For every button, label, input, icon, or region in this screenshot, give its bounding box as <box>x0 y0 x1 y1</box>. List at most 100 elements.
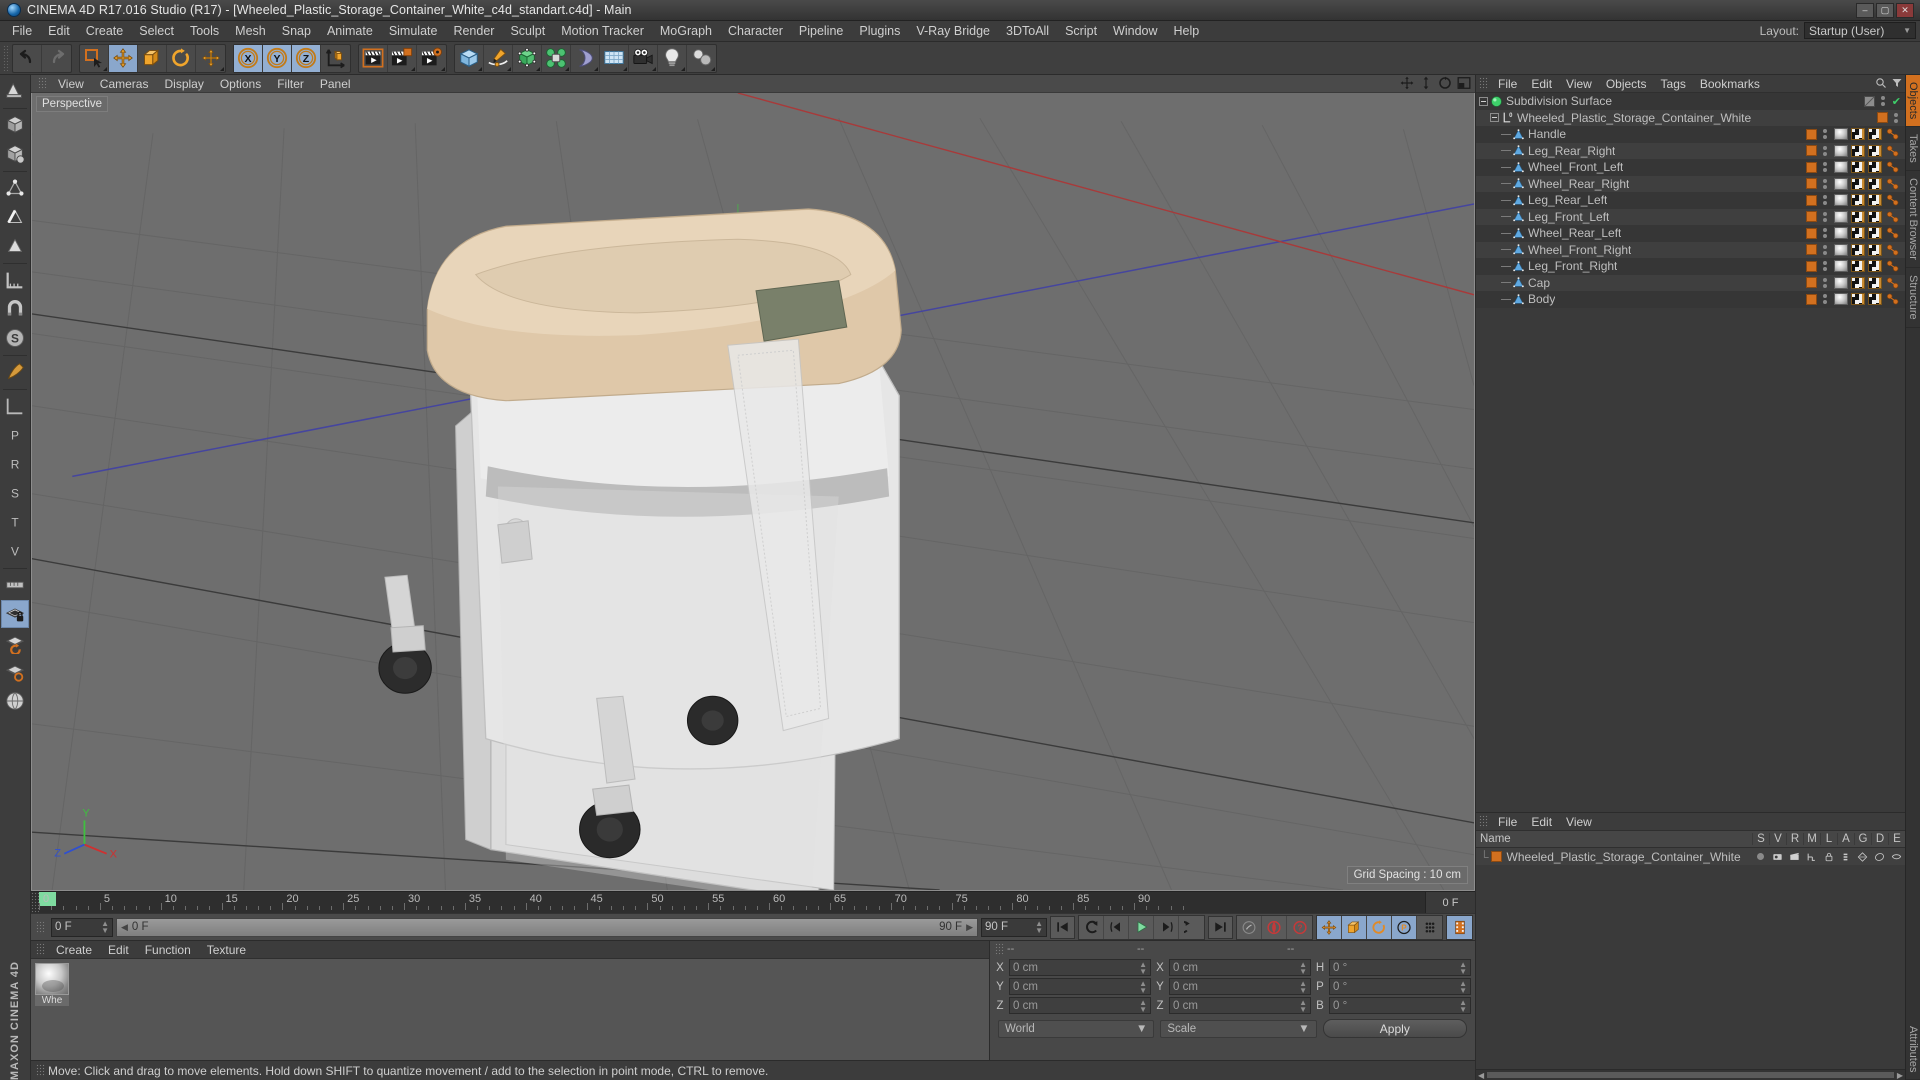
texture-tag-icon[interactable] <box>1851 260 1865 273</box>
subdivision-enabled-check-icon[interactable]: ✔ <box>1892 95 1901 108</box>
rotate-tool-button[interactable] <box>167 44 196 72</box>
parameter-keys-toggle[interactable]: P <box>1392 915 1417 939</box>
layer-manager-cell[interactable] <box>1803 852 1820 862</box>
magnet-tool-icon[interactable] <box>1 295 29 323</box>
coord-field-pos-z[interactable]: 0 cm ▲ ▼ <box>1009 997 1151 1014</box>
layer-menu-view[interactable]: View <box>1559 814 1599 830</box>
texture-tag-icon[interactable] <box>1851 128 1865 141</box>
coord-field-size-z[interactable]: 0 cm ▲ ▼ <box>1169 997 1311 1014</box>
go-to-end-button[interactable] <box>1208 915 1233 939</box>
polygon-object-icon[interactable] <box>1512 161 1525 174</box>
move-axis-tool-button[interactable] <box>196 45 225 72</box>
stepper-icon[interactable]: ▲ ▼ <box>1299 979 1307 994</box>
menu-sculpt[interactable]: Sculpt <box>502 22 553 40</box>
object-tree[interactable]: Subdivision Surface ✔ 0 Wheeled_Plastic_Sto… <box>1476 93 1905 812</box>
r-axis-icon[interactable]: R <box>1 450 29 478</box>
coord-field-size-y[interactable]: 0 cm ▲ ▼ <box>1169 978 1311 995</box>
snap-settings-icon[interactable]: S <box>1 324 29 352</box>
select-tool-button[interactable] <box>80 44 109 72</box>
add-light-button[interactable] <box>658 44 687 72</box>
points-mode-icon[interactable] <box>1 174 29 202</box>
texture-tag-icon[interactable] <box>1851 161 1865 174</box>
scale-tool-button[interactable] <box>138 44 167 72</box>
s-axis-icon[interactable]: S <box>1 479 29 507</box>
material-tag-icon[interactable] <box>1834 194 1848 207</box>
texture-tag-icon[interactable] <box>1851 227 1865 240</box>
uvw-tag-icon[interactable] <box>1885 260 1901 272</box>
object-menu-edit[interactable]: Edit <box>1524 76 1559 92</box>
material-menu-edit[interactable]: Edit <box>100 942 137 958</box>
coordinate-system-button[interactable] <box>321 45 350 72</box>
rotation-keys-toggle[interactable] <box>1367 915 1392 939</box>
add-mograph-button[interactable] <box>687 45 716 72</box>
viewport-menu-display[interactable]: Display <box>156 76 211 92</box>
visibility-dots[interactable] <box>1821 178 1829 189</box>
play-loop-button[interactable] <box>1179 916 1204 939</box>
lock-z-axis-button[interactable]: Z <box>292 44 321 72</box>
scale-keys-toggle[interactable] <box>1342 915 1367 939</box>
texture-tag-icon[interactable] <box>1868 144 1882 157</box>
viewport-menu-filter[interactable]: Filter <box>269 76 312 92</box>
uvw-tag-icon[interactable] <box>1885 244 1901 256</box>
object-menu-bookmarks[interactable]: Bookmarks <box>1693 76 1767 92</box>
polygon-object-icon[interactable] <box>1512 260 1525 273</box>
object-row[interactable]: Wheel_Front_Right <box>1476 241 1905 258</box>
object-row[interactable]: Wheel_Rear_Right <box>1476 175 1905 192</box>
texture-tag-icon[interactable] <box>1851 276 1865 289</box>
v-axis-icon[interactable]: V <box>1 537 29 565</box>
brush-tool-icon[interactable] <box>1 358 29 386</box>
polygons-mode-icon[interactable] <box>1 232 29 260</box>
next-frame-button[interactable] <box>1154 915 1179 939</box>
polygon-object-icon[interactable] <box>1512 177 1525 190</box>
texture-tag-icon[interactable] <box>1851 144 1865 157</box>
point-level-animation-toggle[interactable] <box>1417 916 1442 939</box>
layer-generator-cell[interactable] <box>1854 851 1871 862</box>
stepper-icon-2[interactable]: ▲ ▼ <box>1035 920 1043 935</box>
coordinates-grip[interactable] <box>995 942 1004 956</box>
layer-menu-grip[interactable] <box>1479 815 1488 828</box>
menu-edit[interactable]: Edit <box>40 22 78 40</box>
toolbar-grip[interactable] <box>3 45 10 71</box>
tab-content-browser[interactable]: Content Browser <box>1906 171 1920 268</box>
object-color-swatch[interactable] <box>1806 227 1817 239</box>
tab-takes[interactable]: Takes <box>1906 127 1920 172</box>
object-menu-view[interactable]: View <box>1559 76 1599 92</box>
layer-expression-cell[interactable] <box>1888 852 1905 862</box>
layer-menu-edit[interactable]: Edit <box>1524 814 1559 830</box>
timeline-end-value[interactable]: 0 F <box>1425 892 1475 913</box>
go-to-start-button[interactable] <box>1050 915 1075 939</box>
stepper-icon[interactable]: ▲ ▼ <box>1139 979 1147 994</box>
workplane-lock-icon[interactable] <box>1 600 29 628</box>
minimize-button[interactable]: – <box>1856 2 1874 18</box>
viewport-menu-options[interactable]: Options <box>212 76 269 92</box>
visibility-dots[interactable] <box>1821 195 1829 206</box>
viewport-menu-grip[interactable] <box>38 77 47 90</box>
object-row[interactable]: Subdivision Surface ✔ <box>1476 93 1905 110</box>
viewport-menu-panel[interactable]: Panel <box>312 76 359 92</box>
autokeying-button[interactable] <box>1262 915 1287 939</box>
expand-collapse-icon[interactable] <box>1479 96 1488 106</box>
visibility-dots[interactable] <box>1821 294 1829 305</box>
p-axis-icon[interactable]: P <box>1 421 29 449</box>
menu-simulate[interactable]: Simulate <box>381 22 446 40</box>
tab-objects[interactable]: Objects <box>1906 75 1920 128</box>
object-row[interactable]: Wheel_Front_Left <box>1476 159 1905 176</box>
transform-mode-dropdown[interactable]: Scale ▼ <box>1160 1019 1317 1038</box>
stepper-icon[interactable]: ▲ ▼ <box>101 920 109 935</box>
menu-mesh[interactable]: Mesh <box>227 22 274 40</box>
material-tag-icon[interactable] <box>1834 227 1848 240</box>
visibility-dots[interactable] <box>1821 145 1829 156</box>
coord-field-pos-x[interactable]: 0 cm ▲ ▼ <box>1009 959 1151 976</box>
filter-icon[interactable] <box>1891 77 1903 89</box>
layer-solo-cell[interactable] <box>1752 853 1769 860</box>
perspective-viewport[interactable]: Y X Z Perspective Grid Spacing : 10 cm <box>31 93 1475 891</box>
move-tool-button[interactable] <box>109 44 138 72</box>
object-row[interactable]: Leg_Rear_Right <box>1476 142 1905 159</box>
maximize-button[interactable]: ▢ <box>1876 2 1894 18</box>
dolly-icon[interactable] <box>1419 76 1433 90</box>
uvw-tag-icon[interactable] <box>1885 194 1901 206</box>
visibility-dots[interactable] <box>1821 162 1829 173</box>
add-cube-button[interactable] <box>455 44 484 72</box>
render-settings-button[interactable] <box>417 45 446 72</box>
layer-menu-file[interactable]: File <box>1491 814 1524 830</box>
